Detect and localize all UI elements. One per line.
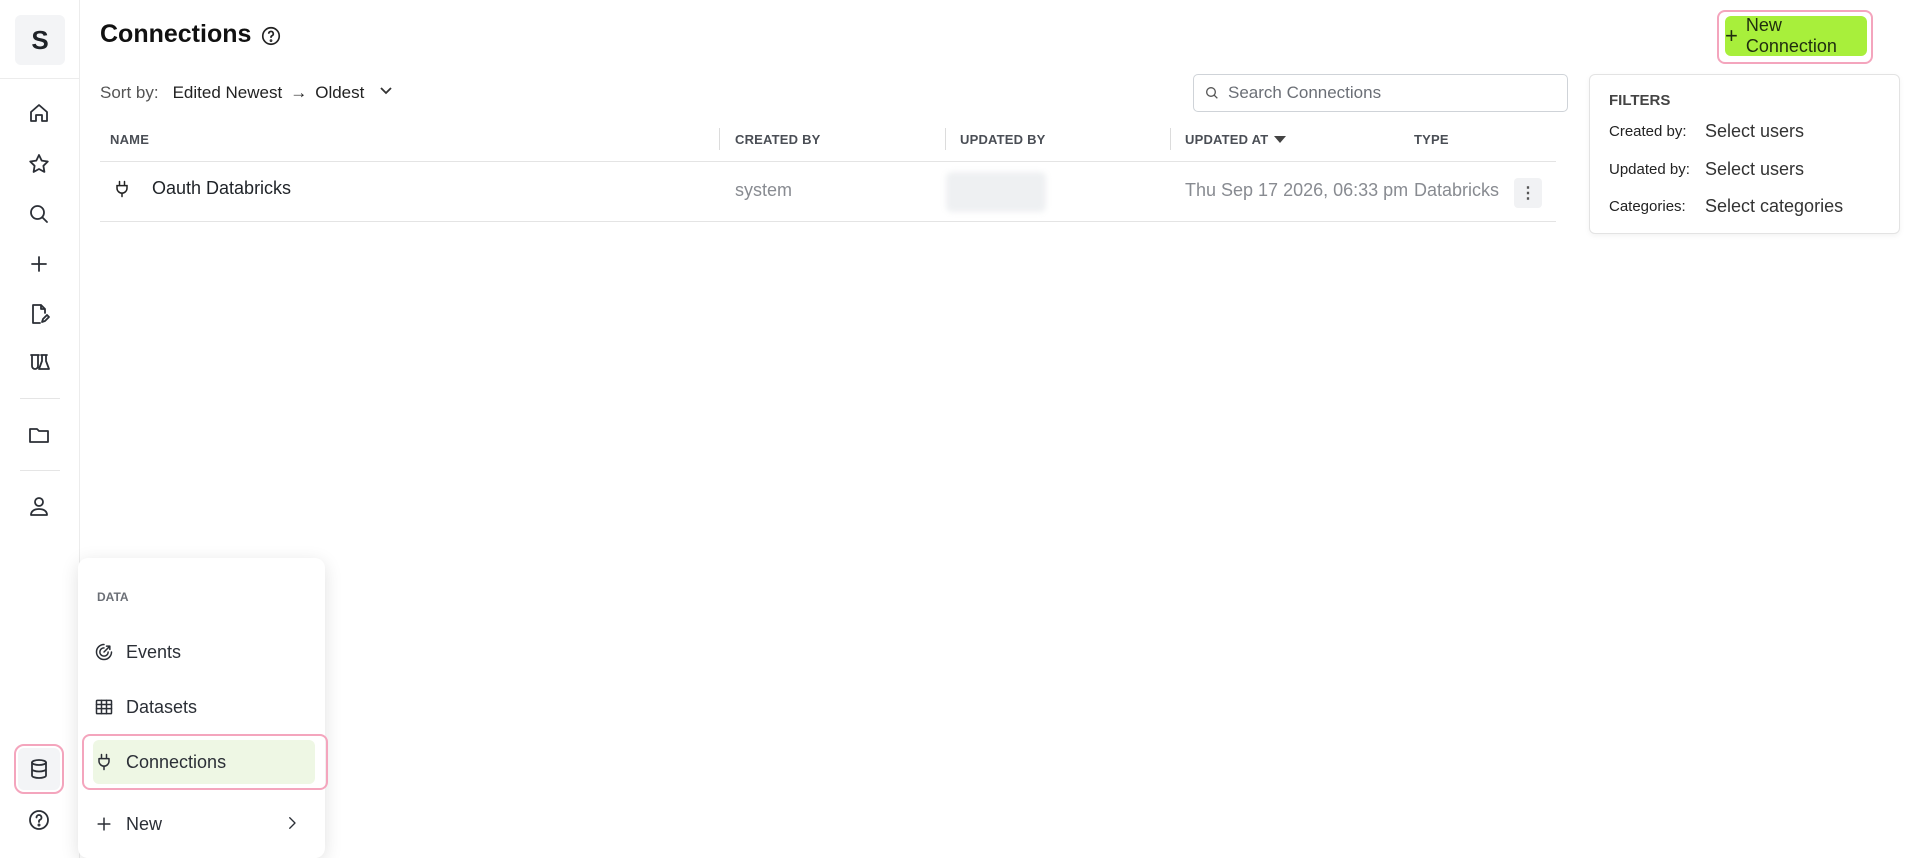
home-icon[interactable] bbox=[18, 92, 60, 134]
plus-icon[interactable] bbox=[18, 243, 60, 285]
column-divider bbox=[719, 128, 720, 150]
filter-created-by[interactable]: Created by: Select users bbox=[1609, 121, 1804, 142]
arrow-right-icon: → bbox=[290, 82, 308, 102]
connections-highlight bbox=[82, 734, 328, 790]
menu-item-events-label: Events bbox=[126, 641, 182, 662]
menu-item-datasets[interactable]: Datasets bbox=[93, 685, 315, 729]
table-row[interactable]: Oauth Databricks system Thu Sep 17 2026,… bbox=[100, 162, 1556, 222]
sort-label: Sort by: bbox=[100, 82, 159, 102]
rail-divider bbox=[0, 78, 80, 79]
row-updated-by-redacted bbox=[946, 172, 1046, 212]
column-header-updated-at[interactable]: UPDATED AT bbox=[1185, 132, 1287, 147]
column-divider bbox=[945, 128, 946, 150]
left-rail: S bbox=[0, 0, 80, 858]
column-header-name[interactable]: NAME bbox=[110, 132, 149, 147]
connections-table: NAME CREATED BY UPDATED BY UPDATED AT TY… bbox=[100, 120, 1556, 222]
sort-from: Edited Newest bbox=[172, 82, 283, 102]
menu-item-new-label: New bbox=[126, 813, 163, 834]
sort-to: Oldest bbox=[315, 82, 365, 102]
page-title: Connections bbox=[100, 20, 252, 48]
edit-document-icon[interactable] bbox=[18, 293, 60, 335]
workspace-logo[interactable]: S bbox=[15, 15, 65, 65]
column-header-created-by[interactable]: CREATED BY bbox=[735, 132, 821, 147]
plus-icon bbox=[97, 817, 111, 831]
data-menu-heading: DATA bbox=[97, 590, 129, 604]
column-header-type[interactable]: TYPE bbox=[1414, 132, 1449, 147]
filter-created-by-select[interactable]: Select users bbox=[1705, 121, 1804, 142]
filter-categories-select[interactable]: Select categories bbox=[1705, 196, 1843, 217]
star-icon[interactable] bbox=[18, 143, 60, 185]
rail-divider bbox=[20, 398, 60, 399]
user-icon[interactable] bbox=[18, 485, 60, 527]
plus-icon: + bbox=[1725, 23, 1738, 48]
row-updated-at: Thu Sep 17 2026, 06:33 pm bbox=[1185, 180, 1409, 200]
filter-categories-label: Categories: bbox=[1609, 198, 1686, 215]
row-name-cell[interactable]: Oauth Databricks bbox=[112, 178, 291, 199]
table-icon bbox=[95, 699, 113, 715]
database-icon[interactable] bbox=[14, 744, 64, 794]
filters-panel: FILTERS Created by: Select users Updated… bbox=[1589, 74, 1900, 234]
data-menu-popover: DATA Events Datasets Connections New bbox=[78, 558, 325, 858]
search-icon[interactable] bbox=[18, 193, 60, 235]
more-options-icon[interactable]: ⋮ bbox=[1514, 178, 1542, 208]
menu-item-events[interactable]: Events bbox=[93, 630, 315, 674]
row-created-by: system bbox=[735, 180, 793, 200]
filter-categories[interactable]: Categories: Select categories bbox=[1609, 196, 1843, 217]
plug-icon bbox=[116, 180, 128, 197]
chevron-right-icon bbox=[283, 814, 301, 837]
folder-icon[interactable] bbox=[18, 414, 60, 456]
filters-title: FILTERS bbox=[1609, 92, 1671, 109]
table-header: NAME CREATED BY UPDATED BY UPDATED AT TY… bbox=[100, 120, 1556, 162]
lab-icon[interactable] bbox=[18, 342, 60, 384]
filter-created-by-label: Created by: bbox=[1609, 123, 1687, 140]
sort-control[interactable]: Sort by: Edited Newest → Oldest bbox=[100, 82, 394, 103]
column-header-updated-by[interactable]: UPDATED BY bbox=[960, 132, 1046, 147]
help-icon[interactable] bbox=[260, 25, 282, 47]
column-divider bbox=[1170, 128, 1171, 150]
row-name: Oauth Databricks bbox=[152, 178, 292, 198]
search-icon bbox=[1206, 87, 1218, 99]
menu-item-new[interactable]: New bbox=[93, 802, 315, 846]
search-box[interactable] bbox=[1193, 74, 1568, 112]
rail-divider bbox=[20, 470, 60, 471]
search-input[interactable] bbox=[1228, 83, 1548, 103]
new-connection-label: New Connection bbox=[1745, 15, 1837, 56]
filter-updated-by[interactable]: Updated by: Select users bbox=[1609, 159, 1804, 180]
sort-value: Edited Newest → Oldest bbox=[173, 83, 365, 103]
column-header-updated-at-label: UPDATED AT bbox=[1185, 132, 1269, 147]
filter-updated-by-label: Updated by: bbox=[1609, 161, 1690, 178]
filter-updated-by-select[interactable]: Select users bbox=[1705, 159, 1804, 180]
new-connection-button[interactable]: + New Connection bbox=[1725, 15, 1867, 56]
menu-item-datasets-label: Datasets bbox=[126, 696, 198, 717]
row-type: Databricks bbox=[1414, 180, 1500, 200]
sort-desc-icon bbox=[1274, 136, 1287, 143]
help-icon[interactable] bbox=[18, 799, 60, 841]
chevron-down-icon[interactable] bbox=[378, 82, 394, 103]
events-icon bbox=[95, 643, 113, 661]
